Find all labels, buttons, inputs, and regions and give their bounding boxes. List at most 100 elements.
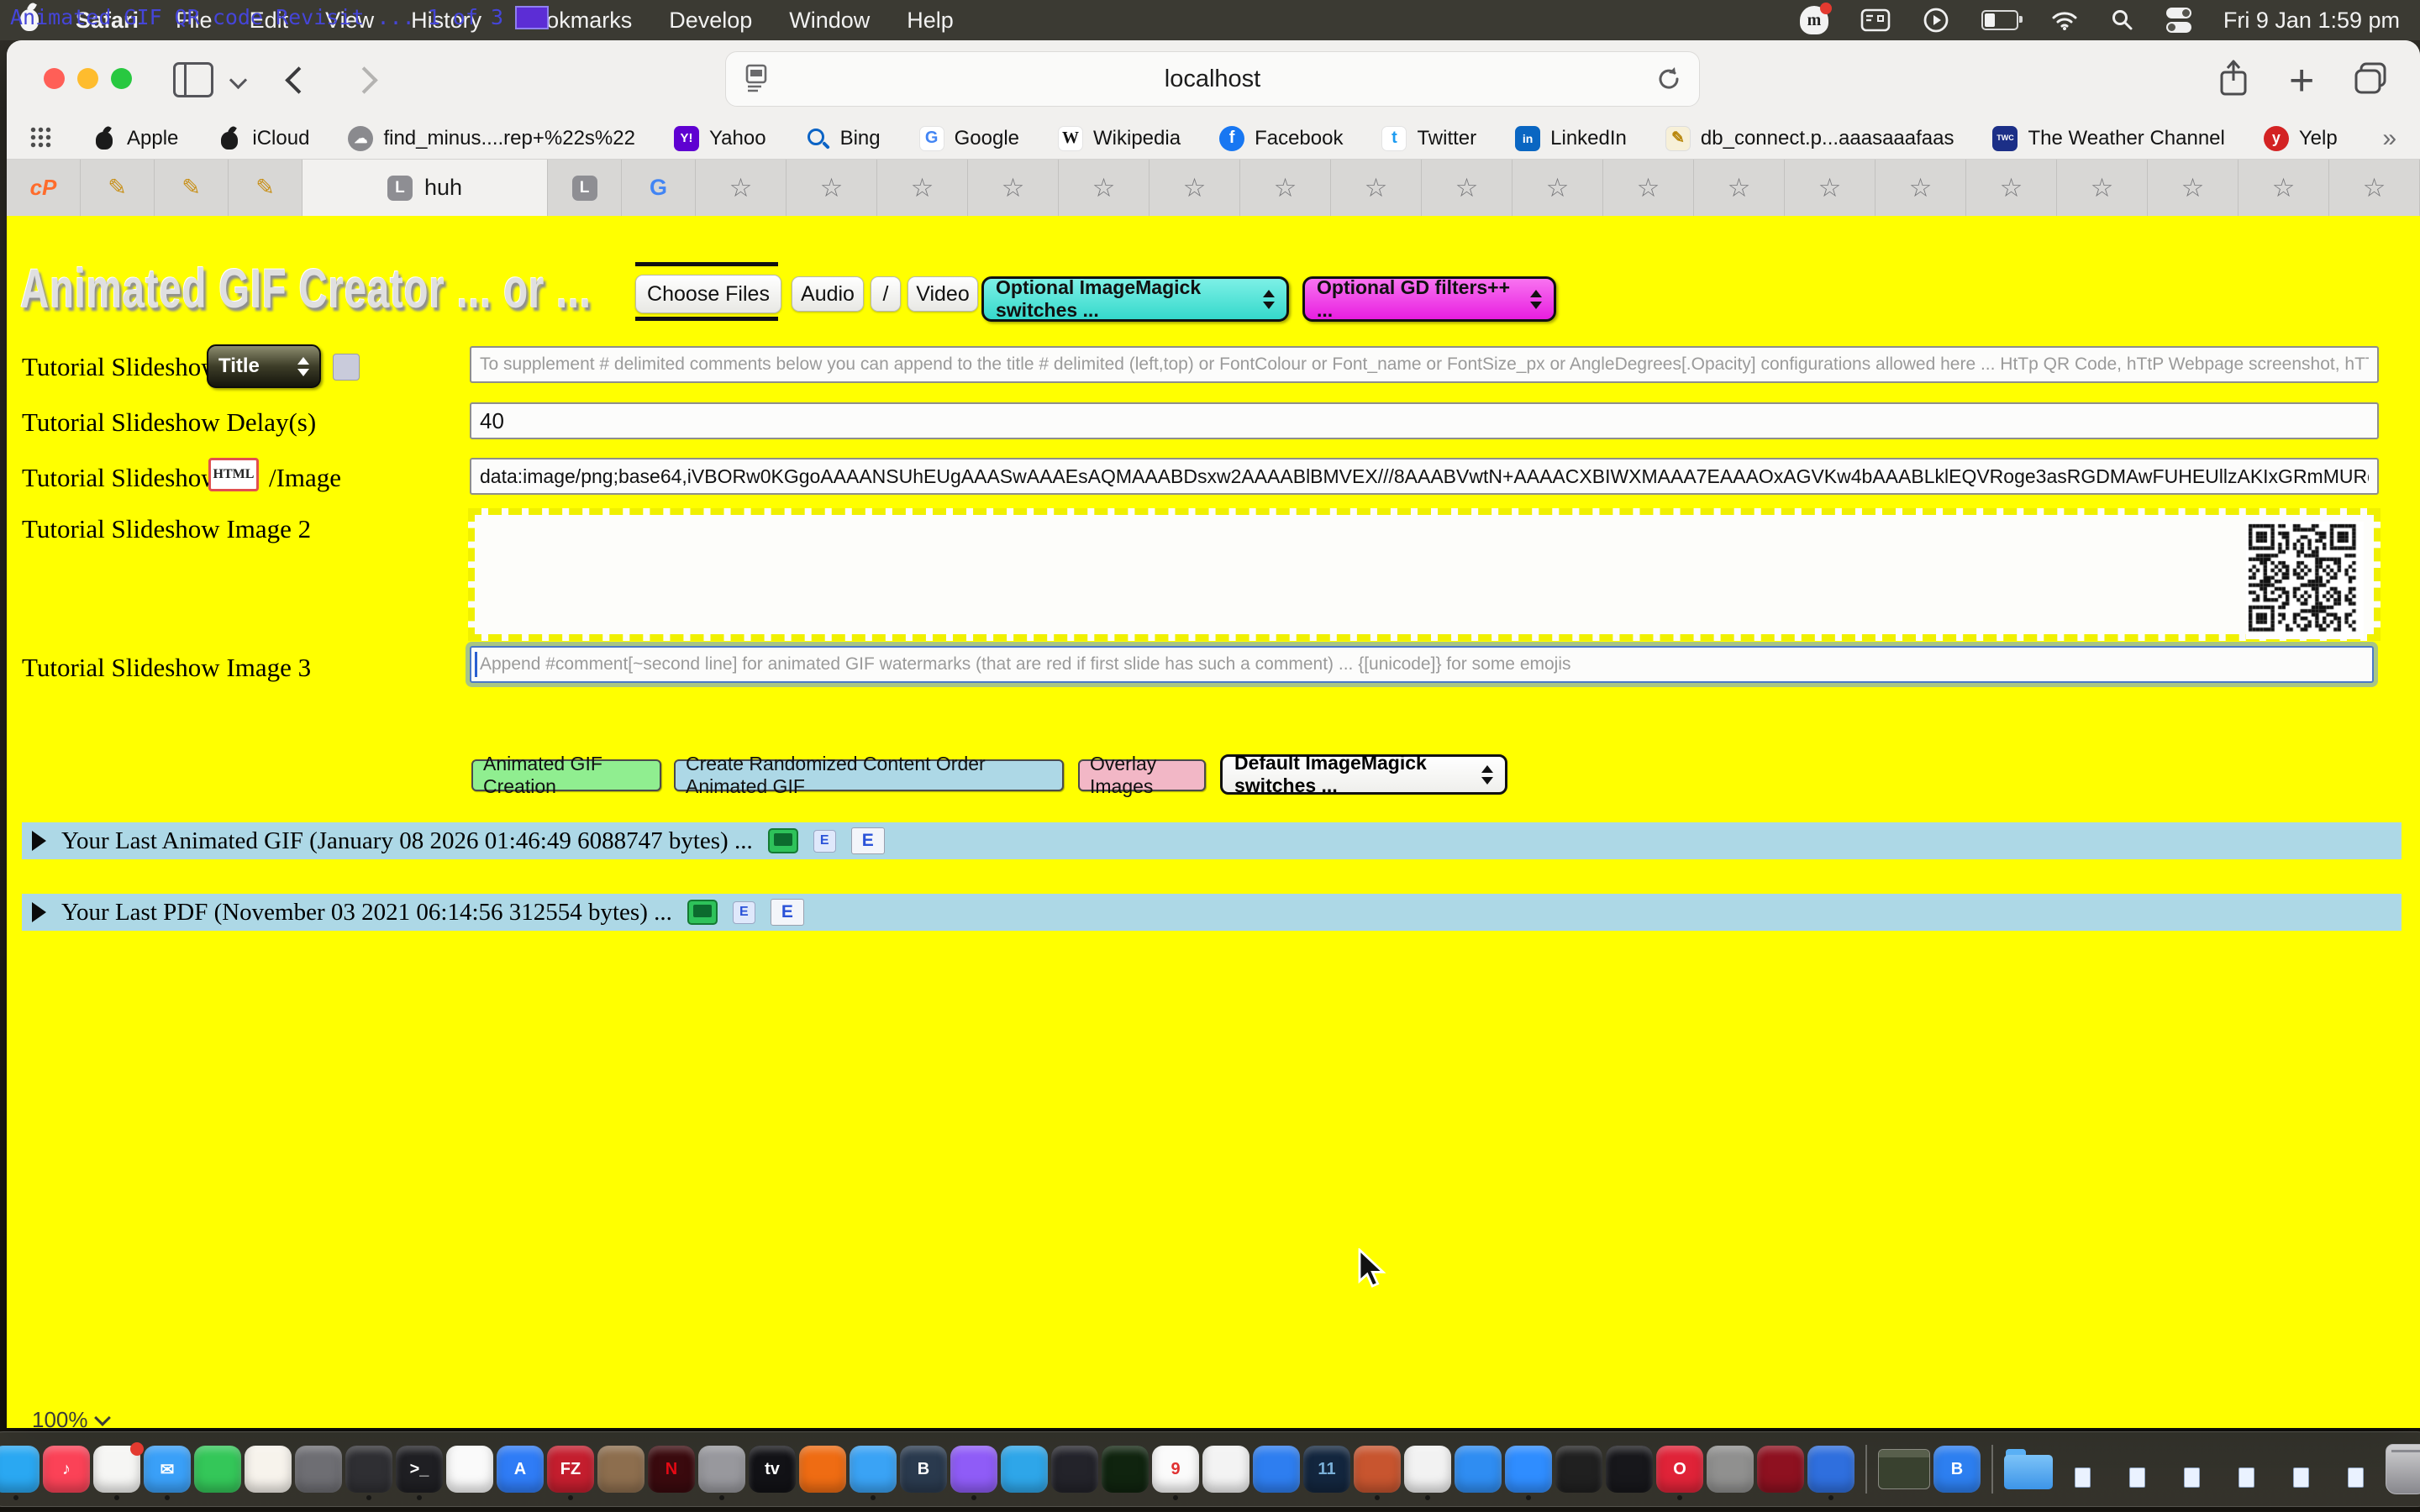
dock-camera-icon[interactable]	[295, 1446, 342, 1493]
dock-file-icon[interactable]	[2293, 1467, 2309, 1488]
tab-star-12[interactable]: ☆	[1150, 160, 1240, 216]
dock-file-icon[interactable]	[2075, 1467, 2091, 1488]
tab-overview-icon[interactable]	[2353, 60, 2391, 97]
tab-pencil-1[interactable]: ✎	[81, 160, 155, 216]
tab-star-16[interactable]: ☆	[1512, 160, 1603, 216]
dock-transfer-icon[interactable]	[1253, 1446, 1300, 1493]
address-bar-url[interactable]: localhost	[1165, 66, 1260, 93]
zoom-window-button[interactable]	[111, 68, 132, 89]
tab-star-10[interactable]: ☆	[968, 160, 1059, 216]
favorite-the-weather-channel[interactable]: TWCThe Weather Channel	[1992, 126, 2224, 151]
menubar-item-help[interactable]: Help	[907, 8, 954, 34]
tab-huh[interactable]: Lhuh	[302, 160, 548, 216]
forward-button[interactable]	[350, 66, 378, 94]
dock-inkscape-icon[interactable]	[1555, 1446, 1602, 1493]
search-icon[interactable]	[2111, 8, 2134, 32]
dock-mail-icon[interactable]: ✉	[144, 1446, 191, 1493]
tab-star-25[interactable]: ☆	[2329, 160, 2420, 216]
favorite-facebook[interactable]: fFacebook	[1219, 126, 1343, 151]
dock-file-icon[interactable]	[2129, 1467, 2145, 1488]
randomized-gif-button[interactable]: Create Randomized Content Order Animated…	[674, 759, 1064, 791]
address-bar[interactable]: localhost	[725, 51, 1700, 107]
delay-input[interactable]	[470, 402, 2379, 439]
dock-textedit-icon[interactable]	[446, 1446, 493, 1493]
overlay-images-button[interactable]: Overlay Images	[1078, 759, 1206, 791]
color-swatch-button[interactable]	[333, 354, 360, 381]
tab-cpanel-0[interactable]: cP	[7, 160, 81, 216]
audio-button[interactable]: Audio	[792, 276, 864, 312]
dock-keychain-icon[interactable]	[698, 1446, 745, 1493]
dock-studio-icon[interactable]: 11	[1303, 1446, 1350, 1493]
dock-browser-icon[interactable]	[850, 1446, 897, 1493]
tab-star-19[interactable]: ☆	[1785, 160, 1876, 216]
tab-star-11[interactable]: ☆	[1059, 160, 1150, 216]
dock-netflix-icon[interactable]: N	[648, 1446, 695, 1493]
tab-star-14[interactable]: ☆	[1331, 160, 1422, 216]
dock-chrome-icon[interactable]	[1404, 1446, 1451, 1493]
dock-github-icon[interactable]	[1606, 1446, 1653, 1493]
dock-terminal-green-icon[interactable]	[1102, 1446, 1149, 1493]
close-window-button[interactable]	[44, 68, 65, 89]
dock-file-icon[interactable]	[2184, 1467, 2200, 1488]
dock-photos-icon[interactable]	[245, 1446, 292, 1493]
dock-music-icon[interactable]: ♪	[43, 1446, 90, 1493]
app-notification-icon[interactable]: m	[1800, 6, 1828, 34]
sidebar-toggle-icon[interactable]	[173, 62, 213, 97]
back-button[interactable]	[285, 66, 313, 94]
favorite-wikipedia[interactable]: WWikipedia	[1058, 126, 1181, 151]
dock-preview-icon[interactable]	[1455, 1446, 1502, 1493]
keyboard-window-icon[interactable]	[1860, 8, 1891, 32]
favorite-linkedin[interactable]: inLinkedIn	[1515, 126, 1627, 151]
dock-terminal-icon[interactable]: >_	[396, 1446, 443, 1493]
tab-star-23[interactable]: ☆	[2148, 160, 2238, 216]
dock-dial-icon[interactable]	[1757, 1446, 1804, 1493]
dock-bbedit-icon[interactable]: B	[900, 1446, 947, 1493]
favorite-google[interactable]: GGoogle	[919, 126, 1019, 151]
image2-dropzone[interactable]	[468, 508, 2381, 641]
dock-installer-icon[interactable]	[597, 1446, 644, 1493]
tab-star-22[interactable]: ☆	[2057, 160, 2148, 216]
battery-icon[interactable]	[1981, 10, 2018, 30]
e-badge-icon[interactable]: E	[733, 901, 755, 924]
dock-notifications-icon[interactable]	[93, 1446, 140, 1493]
dock-telegram-icon[interactable]	[1001, 1446, 1048, 1493]
last-pdf-summary[interactable]: Your Last PDF (November 03 2021 06:14:56…	[22, 894, 2402, 931]
wifi-icon[interactable]	[2050, 9, 2079, 31]
disclosure-triangle-icon[interactable]	[32, 831, 46, 851]
monitor-icon[interactable]	[768, 828, 798, 853]
favorite-db-connect-p-aaasaaafaas[interactable]: ✎db_connect.p...aaasaaafaas	[1665, 126, 1954, 151]
favorite-yelp[interactable]: yYelp	[2264, 126, 2338, 151]
dock-downloads-folder[interactable]	[2004, 1449, 2053, 1489]
dock-file-icon[interactable]	[2238, 1467, 2254, 1488]
html-chip-button[interactable]: HTML	[208, 458, 259, 491]
dock-palette-icon[interactable]	[1354, 1446, 1401, 1493]
favorite-find-minus-rep-22s-22[interactable]: ☁find_minus....rep+%22s%22	[348, 126, 635, 151]
trash-icon[interactable]	[2386, 1444, 2420, 1494]
share-icon[interactable]	[2217, 59, 2250, 99]
envelope-icon[interactable]: E	[771, 899, 804, 926]
tab-star-8[interactable]: ☆	[786, 160, 877, 216]
tab-l-5[interactable]: L	[548, 160, 622, 216]
video-button[interactable]: Video	[908, 276, 978, 312]
sidebar-chevron-down-icon[interactable]	[229, 71, 247, 89]
dock-appstore-icon[interactable]: A	[497, 1446, 544, 1493]
menubar-item-develop[interactable]: Develop	[669, 8, 752, 34]
control-center-icon[interactable]	[2166, 8, 2191, 33]
tab-pencil-3[interactable]: ✎	[229, 160, 302, 216]
tab-star-13[interactable]: ☆	[1240, 160, 1331, 216]
dock-firefox-icon[interactable]	[799, 1446, 846, 1493]
dock-opera-icon[interactable]: O	[1656, 1446, 1703, 1493]
page-zoom-indicator[interactable]: 100%	[32, 1407, 108, 1428]
dock-finder-icon[interactable]	[0, 1446, 39, 1493]
default-imagemagick-select[interactable]: Default ImageMagick switches ...	[1220, 754, 1507, 795]
title-config-input[interactable]	[470, 346, 2379, 383]
reload-icon[interactable]	[1655, 66, 1682, 92]
dock-pages-icon[interactable]	[1202, 1446, 1249, 1493]
dock-code-icon[interactable]	[1051, 1446, 1098, 1493]
favorite-grid[interactable]	[30, 127, 53, 150]
tab-star-17[interactable]: ☆	[1603, 160, 1694, 216]
image3-comment-input[interactable]	[470, 646, 2374, 683]
favorites-overflow-chevron[interactable]: »	[2382, 124, 2396, 153]
dock-filezilla-icon[interactable]: FZ	[547, 1446, 594, 1493]
disclosure-triangle-icon[interactable]	[32, 902, 46, 922]
